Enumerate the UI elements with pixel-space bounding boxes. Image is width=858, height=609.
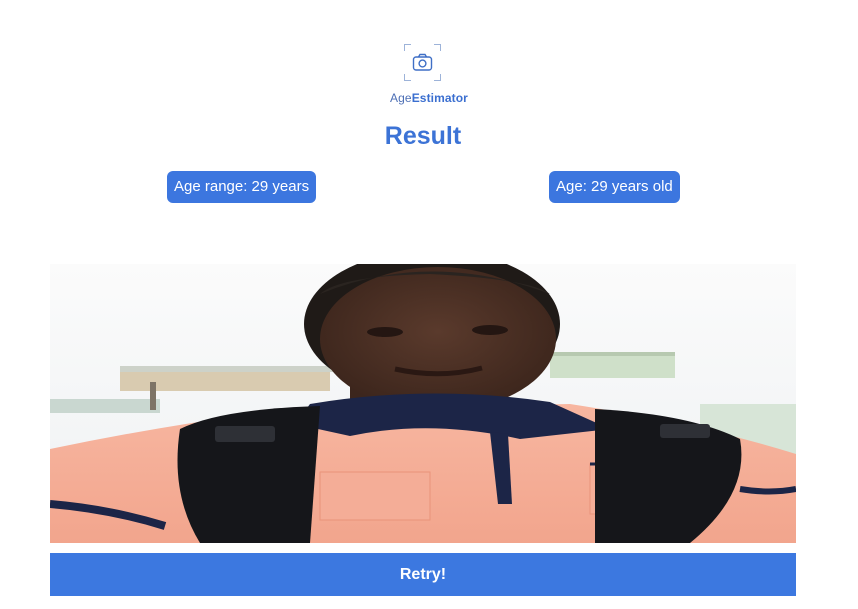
age-badge: Age: 29 years old	[549, 171, 680, 203]
camera-viewfinder-icon	[404, 44, 441, 81]
brand-name-part1: Age	[390, 91, 412, 105]
selfie-image	[50, 264, 796, 543]
result-photo	[50, 264, 796, 543]
page-title: Result	[384, 122, 462, 150]
brand-name: AgeEstimator	[0, 91, 858, 105]
age-estimator-page: AgeEstimator Result Age range: 29 years …	[0, 0, 858, 609]
retry-button[interactable]: Retry!	[50, 553, 796, 596]
brand-name-part2: Estimator	[411, 91, 468, 105]
age-range-badge: Age range: 29 years	[167, 171, 317, 203]
